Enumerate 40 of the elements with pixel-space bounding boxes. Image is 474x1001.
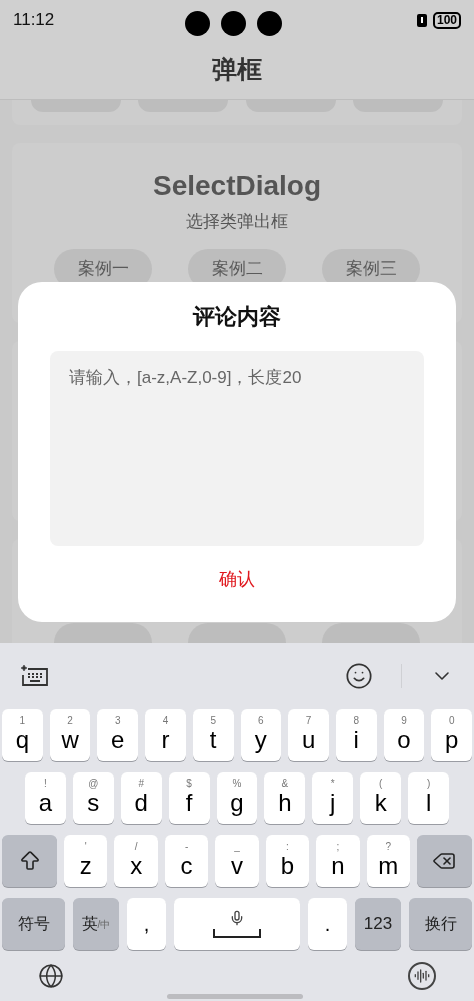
letter-key[interactable]: - c xyxy=(164,835,209,887)
letter-key[interactable]: ' z xyxy=(64,835,108,887)
numbers-key[interactable]: 123 xyxy=(355,898,401,950)
page-title: 弹框 xyxy=(212,53,262,85)
letter-key[interactable]: $ f xyxy=(168,772,210,824)
letter-key[interactable]: / x xyxy=(114,835,158,887)
punctuation-key[interactable]: . xyxy=(308,898,347,950)
letter-key[interactable]: 2 w xyxy=(49,709,91,761)
letter-key[interactable]: 8 i xyxy=(335,709,377,761)
letter-key[interactable]: 6 y xyxy=(240,709,282,761)
letter-key[interactable]: @ s xyxy=(72,772,114,824)
letter-key[interactable]: # d xyxy=(120,772,162,824)
enter-key[interactable]: 换行 xyxy=(409,898,472,950)
letter-key[interactable]: 9 o xyxy=(383,709,425,761)
letter-key[interactable]: ? m xyxy=(366,835,410,887)
punctuation-key[interactable]: , xyxy=(127,898,166,950)
letter-key[interactable]: 3 e xyxy=(97,709,139,761)
letter-key[interactable]: 5 t xyxy=(192,709,234,761)
letter-key[interactable]: 0 p xyxy=(431,709,473,761)
language-key[interactable]: 英/中 xyxy=(73,898,119,950)
letter-key[interactable]: 4 r xyxy=(145,709,186,761)
letter-key[interactable]: ; n xyxy=(316,835,360,887)
letter-key[interactable]: : b xyxy=(265,835,310,887)
card-title: SelectDialog xyxy=(152,169,322,203)
confirm-button[interactable]: 确认 xyxy=(207,562,267,597)
letter-key[interactable]: ) l xyxy=(408,772,449,824)
comment-input[interactable]: 请输入，[a-z,A-Z,0-9]，长度20 xyxy=(50,351,424,546)
letter-key[interactable]: 1 q xyxy=(2,709,43,761)
symbols-key[interactable]: 符号 xyxy=(2,898,65,950)
letter-key[interactable]: 7 u xyxy=(288,709,329,761)
letter-key[interactable]: ! a xyxy=(25,772,66,824)
letter-key[interactable]: ( k xyxy=(360,772,402,824)
card-subtitle: 选择类弹出框 xyxy=(186,211,288,233)
letter-key[interactable]: & h xyxy=(264,772,306,824)
battery-indicator: 100 xyxy=(432,11,461,29)
letter-key[interactable]: * j xyxy=(312,772,354,824)
status-time: 11:12 xyxy=(13,9,55,32)
letter-key[interactable]: % g xyxy=(216,772,258,824)
dialog-title: 评论内容 xyxy=(193,303,281,331)
letter-key[interactable]: _ v xyxy=(215,835,259,887)
